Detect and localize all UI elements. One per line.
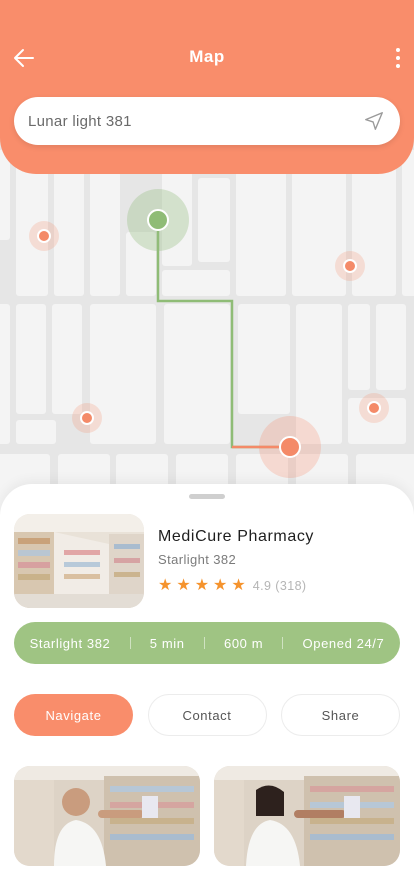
gallery-photo-pharmacist[interactable] <box>214 766 400 866</box>
info-time: 5 min <box>149 635 185 651</box>
info-street: Starlight 382 <box>29 635 111 651</box>
rating: ★ ★ ★ ★ ★ 4.9 (318) <box>158 578 306 594</box>
search-bar <box>14 97 400 145</box>
pharmacy-name: MediCure Pharmacy <box>158 528 315 545</box>
photo-gallery <box>14 766 400 866</box>
navigation-arrow-icon <box>365 112 383 130</box>
drag-handle[interactable] <box>189 494 225 499</box>
rating-score: 4.9 <box>252 579 272 593</box>
star-icon: ★ <box>176 577 191 594</box>
pharmacy-marker[interactable] <box>359 393 389 423</box>
pharmacy-marker[interactable] <box>29 221 59 251</box>
route-info-bar: Starlight 382 5 min 600 m Opened 24/7 <box>14 622 400 664</box>
pharmacy-marker[interactable] <box>335 251 365 281</box>
divider <box>129 637 131 649</box>
navigate-button[interactable]: Navigate <box>14 694 133 736</box>
share-button[interactable]: Share <box>281 694 400 736</box>
header: Map <box>0 0 414 174</box>
destination-marker[interactable] <box>259 416 321 478</box>
more-button[interactable] <box>390 44 406 72</box>
contact-button[interactable]: Contact <box>147 694 267 736</box>
pharmacy-address: Starlight 382 <box>158 552 237 567</box>
divider <box>203 637 205 649</box>
info-distance: 600 m <box>224 635 264 651</box>
pharmacy-details-sheet: MediCure Pharmacy Starlight 382 ★ ★ ★ ★ … <box>0 484 414 896</box>
page-title: Map <box>189 47 225 66</box>
star-icon: ★ <box>213 577 228 594</box>
star-icon: ★ <box>231 577 246 594</box>
navigate-location-button[interactable] <box>362 109 386 133</box>
star-icon: ★ <box>158 577 173 594</box>
review-count: (318) <box>275 579 307 593</box>
star-icon: ★ <box>194 577 210 594</box>
more-vertical-icon <box>396 48 400 52</box>
info-hours: Opened 24/7 <box>302 635 385 651</box>
start-location-marker[interactable] <box>127 189 189 251</box>
search-input[interactable] <box>28 112 362 130</box>
gallery-photo-pharmacist[interactable] <box>14 766 200 866</box>
divider <box>282 637 284 649</box>
pharmacy-marker[interactable] <box>72 403 102 433</box>
action-buttons: Navigate Contact Share <box>14 694 400 736</box>
pharmacy-photo[interactable] <box>14 514 144 608</box>
